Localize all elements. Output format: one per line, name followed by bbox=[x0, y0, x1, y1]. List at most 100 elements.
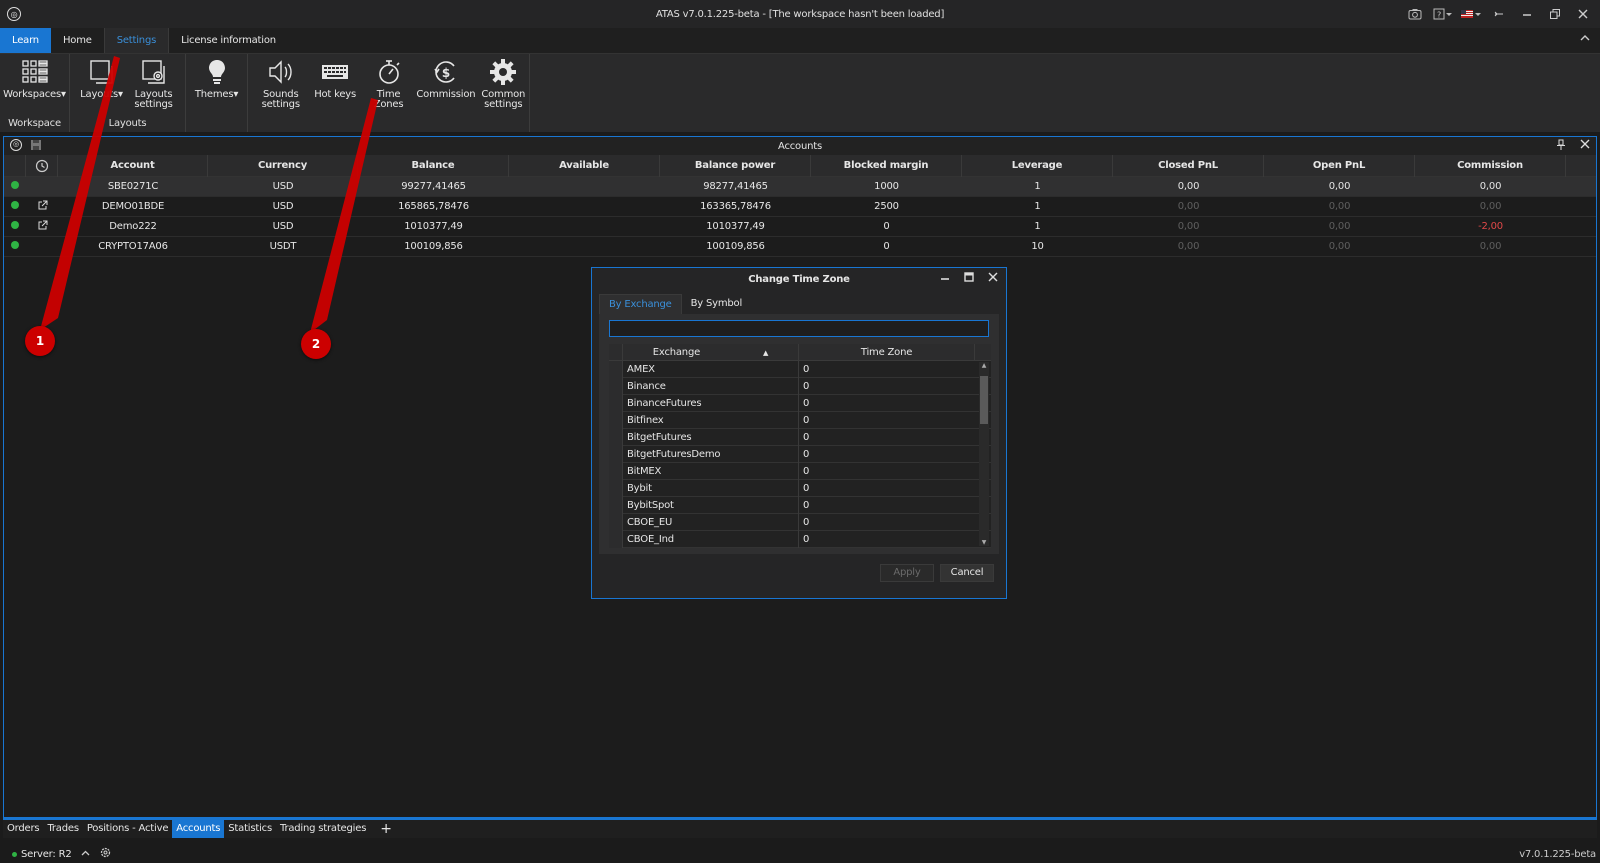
app-logo-icon[interactable]: ◎ bbox=[7, 7, 21, 21]
help-icon[interactable]: ? bbox=[1432, 4, 1454, 24]
common-settings-button[interactable]: Common settings bbox=[478, 54, 529, 118]
panel-close-icon[interactable] bbox=[1580, 139, 1590, 154]
stopwatch-icon bbox=[374, 57, 404, 87]
dialog-tabs: By Exchange By Symbol bbox=[599, 294, 1006, 314]
external-link-icon[interactable] bbox=[26, 220, 58, 234]
vertical-scrollbar[interactable]: ▲ ▼ bbox=[979, 362, 989, 546]
list-item[interactable]: Bitfinex 0 bbox=[609, 411, 991, 429]
add-tab-icon[interactable]: + bbox=[370, 820, 402, 838]
column-header-available[interactable]: Available bbox=[509, 154, 660, 177]
scroll-down-icon[interactable]: ▼ bbox=[980, 539, 988, 546]
dialog-close-icon[interactable] bbox=[988, 272, 998, 285]
column-header-time-zone[interactable]: Time Zone bbox=[799, 344, 975, 360]
settings-gear-icon[interactable] bbox=[100, 847, 111, 861]
collapse-ribbon-icon[interactable] bbox=[1580, 34, 1590, 45]
history-icon[interactable] bbox=[26, 154, 58, 177]
dialog-maximize-icon[interactable] bbox=[964, 272, 974, 285]
column-header-open-pnl[interactable]: Open PnL bbox=[1264, 154, 1415, 177]
tab-statistics[interactable]: Statistics bbox=[224, 820, 276, 838]
list-item[interactable]: Binance 0 bbox=[609, 377, 991, 395]
account-cell: Demo222 bbox=[109, 221, 157, 232]
tab-by-exchange[interactable]: By Exchange bbox=[599, 294, 682, 314]
list-item[interactable]: BitgetFutures 0 bbox=[609, 428, 991, 446]
ribbon-group-workspace: Workspaces▾ Workspace bbox=[0, 54, 70, 132]
balance-power-cell: 1010377,49 bbox=[706, 221, 765, 232]
tab-accounts[interactable]: Accounts bbox=[172, 820, 225, 838]
list-item[interactable]: BitgetFuturesDemo 0 bbox=[609, 445, 991, 463]
apply-button[interactable]: Apply bbox=[880, 564, 934, 582]
open-pnl-cell: 0,00 bbox=[1328, 221, 1351, 232]
commission-cell: -2,00 bbox=[1478, 221, 1503, 232]
balance-power-cell: 100109,856 bbox=[706, 241, 765, 252]
server-label[interactable]: Server: R2 bbox=[21, 849, 72, 860]
column-header-commission[interactable]: Commission bbox=[1415, 154, 1566, 177]
scroll-thumb[interactable] bbox=[980, 376, 988, 424]
table-row[interactable]: Demo222 USD 1010377,49 1010377,49 0 1 0,… bbox=[4, 217, 1596, 237]
list-item[interactable]: AMEX 0 bbox=[609, 360, 991, 378]
screenshot-icon[interactable] bbox=[1404, 4, 1426, 24]
open-pnl-cell: 0,00 bbox=[1328, 241, 1351, 252]
layouts-button[interactable]: Layouts▾ bbox=[79, 54, 125, 118]
list-item[interactable]: BybitSpot 0 bbox=[609, 496, 991, 514]
time-zones-button[interactable]: Time Zones bbox=[363, 54, 414, 118]
sounds-settings-button[interactable]: Sounds settings bbox=[254, 54, 307, 118]
tab-learn[interactable]: Learn bbox=[0, 28, 51, 53]
tab-trading-strategies[interactable]: Trading strategies bbox=[276, 820, 370, 838]
save-icon[interactable] bbox=[30, 139, 42, 154]
external-link-icon[interactable] bbox=[26, 200, 58, 214]
pin-icon[interactable] bbox=[1556, 139, 1566, 154]
commission-label: Commission bbox=[416, 89, 476, 100]
dialog-body: Exchange ▲ Time Zone AMEX 0 Binance 0 Bina… bbox=[599, 314, 999, 554]
minimize-icon[interactable] bbox=[1516, 4, 1538, 24]
atas-logo-icon[interactable]: ◎ bbox=[10, 138, 22, 151]
column-header-exchange[interactable]: Exchange ▲ bbox=[623, 344, 799, 360]
tab-positions-active[interactable]: Positions - Active bbox=[83, 820, 172, 838]
cancel-button[interactable]: Cancel bbox=[940, 564, 994, 582]
workspaces-button[interactable]: Workspaces▾ bbox=[3, 54, 66, 118]
tab-home[interactable]: Home bbox=[51, 28, 104, 53]
language-flag-icon[interactable] bbox=[1460, 4, 1482, 24]
column-header-account[interactable]: Account bbox=[58, 154, 208, 177]
status-dot bbox=[4, 201, 26, 212]
tab-settings[interactable]: Settings bbox=[103, 28, 170, 53]
status-column-header bbox=[4, 154, 26, 177]
maximize-icon[interactable] bbox=[1544, 4, 1566, 24]
close-icon[interactable] bbox=[1572, 4, 1594, 24]
column-header-balance[interactable]: Balance bbox=[358, 154, 509, 177]
list-item[interactable]: CBOE_EU 0 bbox=[609, 513, 991, 531]
currency-cell: USDT bbox=[269, 241, 297, 252]
tab-orders[interactable]: Orders bbox=[3, 820, 43, 838]
chevron-up-icon[interactable] bbox=[81, 849, 90, 860]
list-item[interactable]: BinanceFutures 0 bbox=[609, 394, 991, 412]
table-row[interactable]: DEMO01BDE USD 165865,78476 163365,78476 … bbox=[4, 197, 1596, 217]
window-title: ATAS v7.0.1.225-beta - [The workspace ha… bbox=[655, 8, 945, 20]
tab-trades[interactable]: Trades bbox=[43, 820, 82, 838]
column-header-balance-power[interactable]: Balance power bbox=[660, 154, 811, 177]
tab-by-symbol[interactable]: By Symbol bbox=[682, 294, 751, 314]
list-item[interactable]: Bybit 0 bbox=[609, 479, 991, 497]
themes-button[interactable]: Themes▾ bbox=[194, 54, 240, 118]
column-header-leverage[interactable]: Leverage bbox=[962, 154, 1113, 177]
column-header-closed-pnl[interactable]: Closed PnL bbox=[1113, 154, 1264, 177]
table-row[interactable]: SBE0271C USD 99277,41465 98277,41465 100… bbox=[4, 177, 1596, 197]
dialog-minimize-icon[interactable] bbox=[940, 272, 950, 285]
layouts-settings-button[interactable]: Layouts settings bbox=[131, 54, 177, 118]
common-settings-label: Common settings bbox=[481, 89, 526, 110]
column-header-currency[interactable]: Currency bbox=[208, 154, 358, 177]
ribbon-group-label: Workspace bbox=[8, 118, 61, 129]
hot-keys-button[interactable]: Hot keys bbox=[309, 54, 360, 118]
list-item[interactable]: CBOE_Ind 0 bbox=[609, 530, 991, 548]
account-cell: SBE0271C bbox=[107, 181, 159, 192]
tab-license-information[interactable]: License information bbox=[169, 28, 288, 53]
scroll-up-icon[interactable]: ▲ bbox=[980, 362, 988, 369]
list-item[interactable]: BitMEX 0 bbox=[609, 462, 991, 480]
accounts-grid-header: Account Currency Balance Available Balan… bbox=[4, 154, 1596, 177]
commission-button[interactable]: $ Commission bbox=[416, 54, 476, 118]
restore-down-icon[interactable] bbox=[1488, 4, 1510, 24]
ribbon-panel: Workspaces▾ Workspace Layouts▾ Layouts s… bbox=[0, 54, 1600, 132]
exchange-search-input[interactable] bbox=[609, 320, 989, 337]
table-row[interactable]: CRYPTO17A06 USDT 100109,856 100109,856 0… bbox=[4, 237, 1596, 257]
time-zone-table: Exchange ▲ Time Zone AMEX 0 Binance 0 Bina… bbox=[609, 344, 991, 548]
annotation-badge-2: 2 bbox=[301, 329, 331, 359]
column-header-blocked-margin[interactable]: Blocked margin bbox=[811, 154, 962, 177]
